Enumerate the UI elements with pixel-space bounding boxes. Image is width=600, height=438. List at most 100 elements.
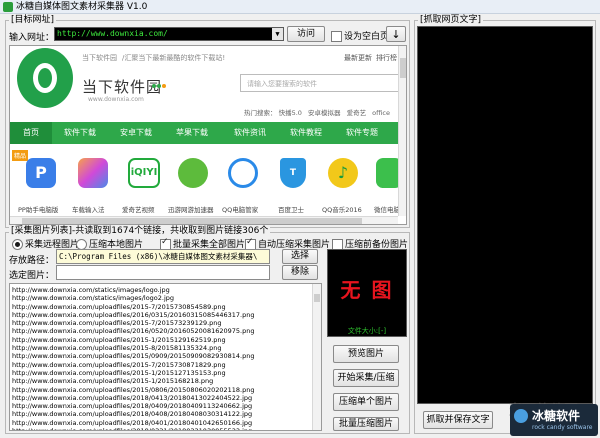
batch-compress-button[interactable]: 批量压缩图片 bbox=[333, 417, 399, 431]
image-link-list[interactable]: http://www.downxia.com/statics/images/lo… bbox=[9, 283, 322, 431]
app-caption: QQ电脑管家 bbox=[222, 206, 259, 214]
site-nav-bar: 首页 软件下载 安卓下载 苹果下载 软件资讯 软件教程 软件专题 bbox=[10, 122, 398, 144]
site-name: 当下软件园 bbox=[82, 78, 163, 96]
image-link-item[interactable]: http://www.downxia.com/uploadfiles/2018/… bbox=[10, 394, 312, 402]
app-caption-row: PP助手电脑版 车载输入法 爱奇艺视频 迅游网游加速器 QQ电脑管家 百度卫士 … bbox=[10, 204, 398, 214]
hot-search-item[interactable]: office bbox=[372, 109, 390, 117]
no-image-text: 无 图 bbox=[340, 278, 394, 302]
hot-search-item[interactable]: 爱奇艺 bbox=[347, 109, 367, 117]
save-path-value: C:\Program Files (x86)\冰糖自媒体图文素材采集器\ bbox=[59, 252, 258, 261]
image-link-item[interactable]: http://www.downxia.com/uploadfiles/2016/… bbox=[10, 327, 312, 335]
site-nav-topics[interactable]: 软件专题 bbox=[340, 122, 384, 144]
hot-search-item[interactable]: 快播5.0 bbox=[279, 109, 302, 117]
image-link-item[interactable]: http://www.downxia.com/uploadfiles/2018/… bbox=[10, 419, 312, 427]
site-search-input[interactable]: 请输入您要搜索的软件 bbox=[240, 74, 400, 92]
watermark-logo-icon bbox=[514, 409, 528, 423]
app-qq-music[interactable]: ♪ bbox=[328, 158, 358, 188]
site-nav-home[interactable]: 首页 bbox=[10, 122, 52, 144]
url-input-value: http://www.downxia.com/ bbox=[57, 29, 168, 38]
title-bar: 冰糖自媒体图文素材采集器 V1.0 bbox=[0, 0, 600, 14]
save-path-input[interactable]: C:\Program Files (x86)\冰糖自媒体图文素材采集器\ bbox=[56, 249, 270, 264]
image-link-item[interactable]: http://www.downxia.com/uploadfiles/2015-… bbox=[10, 303, 312, 311]
webview-hscroll-thumb[interactable] bbox=[22, 218, 362, 224]
app-icon bbox=[3, 2, 13, 12]
down-arrow-icon: ↓ bbox=[391, 27, 401, 41]
remove-image-button[interactable]: 移除 bbox=[282, 265, 318, 280]
start-capture-button[interactable]: 开始采集/压缩 bbox=[333, 369, 399, 387]
homepage-checkbox[interactable]: 设为空白页 bbox=[331, 29, 389, 42]
image-link-item[interactable]: http://www.downxia.com/uploadfiles/2015-… bbox=[10, 344, 312, 352]
top-link-latest[interactable]: 最新更新 bbox=[344, 53, 372, 63]
selected-image-input[interactable] bbox=[56, 265, 270, 280]
image-link-item[interactable]: http://www.downxia.com/uploadfiles/2015-… bbox=[10, 336, 312, 344]
site-nav-software[interactable]: 软件下载 bbox=[58, 122, 102, 144]
image-link-item[interactable]: http://www.downxia.com/uploadfiles/2018/… bbox=[10, 410, 312, 418]
download-arrow-button[interactable]: ↓ bbox=[386, 26, 406, 42]
watermark-sub: rock candy software bbox=[532, 424, 593, 431]
link-list-scrollbar[interactable] bbox=[312, 284, 321, 430]
site-domain: www.downxia.com bbox=[88, 96, 144, 103]
app-input-method[interactable] bbox=[78, 158, 108, 188]
homepage-checkbox-box[interactable] bbox=[331, 31, 342, 42]
app-caption: 百度卫士 bbox=[278, 206, 304, 214]
url-dropdown-arrow[interactable]: ▼ bbox=[272, 28, 283, 40]
image-link-item[interactable]: http://www.downxia.com/uploadfiles/2015-… bbox=[10, 377, 312, 385]
webview-scroll-thumb[interactable] bbox=[400, 58, 406, 78]
app-caption: 车载输入法 bbox=[72, 206, 105, 214]
top-link-slogan: /汇聚当下最新最酷的软件下载站! bbox=[122, 54, 226, 62]
app-pp[interactable]: P bbox=[26, 158, 56, 188]
app-caption: PP助手电脑版 bbox=[18, 206, 59, 214]
webpage-view[interactable]: 当下软件园 /汇聚当下最新最酷的软件下载站! 最新更新 排行榜 当下软件园 ww… bbox=[9, 45, 407, 225]
image-link-item[interactable]: http://www.downxia.com/uploadfiles/2015-… bbox=[10, 361, 312, 369]
app-qq-manager[interactable] bbox=[228, 158, 258, 188]
app-caption: 微信电脑版 bbox=[374, 206, 398, 214]
image-list-group-label: [采集图片列表]-共读取到1674个链接，共收取到图片链接306个 bbox=[9, 226, 271, 236]
site-nav-tutorial[interactable]: 软件教程 bbox=[284, 122, 328, 144]
file-size-text: 文件大小:[-] bbox=[347, 327, 387, 335]
pp-assistant-icon: P bbox=[35, 163, 47, 182]
image-preview-box: 无 图 文件大小:[-] bbox=[327, 249, 407, 337]
image-link-item[interactable]: http://www.downxia.com/statics/images/lo… bbox=[10, 286, 312, 294]
preview-image-button[interactable]: 预览图片 bbox=[333, 345, 399, 363]
app-xunyou[interactable] bbox=[178, 158, 208, 188]
hot-search-label: 热门搜索： bbox=[244, 109, 277, 117]
app-baidu-guard[interactable]: T bbox=[280, 158, 306, 188]
hot-search-item[interactable]: 安卓模拟器 bbox=[308, 109, 341, 117]
image-link-item[interactable]: http://www.downxia.com/uploadfiles/2015-… bbox=[10, 319, 312, 327]
app-caption: 爱奇艺视频 bbox=[122, 206, 155, 214]
window-title: 冰糖自媒体图文素材采集器 V1.0 bbox=[16, 2, 148, 12]
image-link-item[interactable]: http://www.downxia.com/uploadfiles/2018/… bbox=[10, 402, 312, 410]
image-link-item[interactable]: http://www.downxia.com/uploadfiles/2015/… bbox=[10, 352, 312, 360]
qq-music-icon: ♪ bbox=[337, 163, 349, 182]
image-link-item[interactable]: http://www.downxia.com/statics/images/lo… bbox=[10, 294, 312, 302]
watermark-brand: 冰糖软件 bbox=[532, 409, 581, 423]
app-caption: 迅游网游加速器 bbox=[168, 206, 214, 214]
link-list-scroll-thumb[interactable] bbox=[314, 294, 320, 302]
app-iqiyi[interactable]: iQIYI bbox=[128, 158, 160, 188]
webview-vertical-scrollbar[interactable] bbox=[398, 46, 406, 216]
top-link-site[interactable]: 当下软件园 bbox=[82, 53, 117, 63]
url-input[interactable]: http://www.downxia.com/ ▼ bbox=[54, 27, 284, 41]
image-link-item[interactable]: http://www.downxia.com/uploadfiles/2015-… bbox=[10, 369, 312, 377]
site-nav-apple[interactable]: 苹果下载 bbox=[170, 122, 214, 144]
image-link-item[interactable]: http://www.downxia.com/uploadfiles/2015/… bbox=[10, 386, 312, 394]
image-link-item[interactable]: http://www.downxia.com/uploadfiles/2016/… bbox=[10, 311, 312, 319]
featured-badge: 精品 bbox=[12, 150, 29, 161]
webview-horizontal-scrollbar[interactable] bbox=[10, 216, 398, 224]
capture-text-group-label: [抓取网页文字] bbox=[418, 15, 484, 25]
select-path-button[interactable]: 选择 bbox=[282, 249, 318, 264]
save-path-label: 存放路径： bbox=[9, 256, 55, 266]
captured-text-area[interactable] bbox=[417, 26, 593, 404]
visit-button[interactable]: 访问 bbox=[287, 26, 325, 42]
selected-image-label: 选定图片： bbox=[9, 271, 55, 281]
compress-single-button[interactable]: 压缩单个图片 bbox=[333, 393, 399, 411]
image-link-item[interactable]: http://www.downxia.com/uploadfiles/2018/… bbox=[10, 427, 312, 430]
radio-remote-dot[interactable] bbox=[12, 239, 23, 250]
site-nav-news[interactable]: 软件资讯 bbox=[228, 122, 272, 144]
top-link-rank[interactable]: 排行榜 bbox=[376, 53, 397, 63]
site-logo-icon[interactable] bbox=[17, 48, 73, 108]
site-dots bbox=[152, 81, 166, 88]
iqiyi-icon: iQIYI bbox=[130, 167, 158, 178]
capture-save-text-button[interactable]: 抓取并保存文字 bbox=[423, 411, 493, 429]
site-nav-android[interactable]: 安卓下载 bbox=[114, 122, 158, 144]
